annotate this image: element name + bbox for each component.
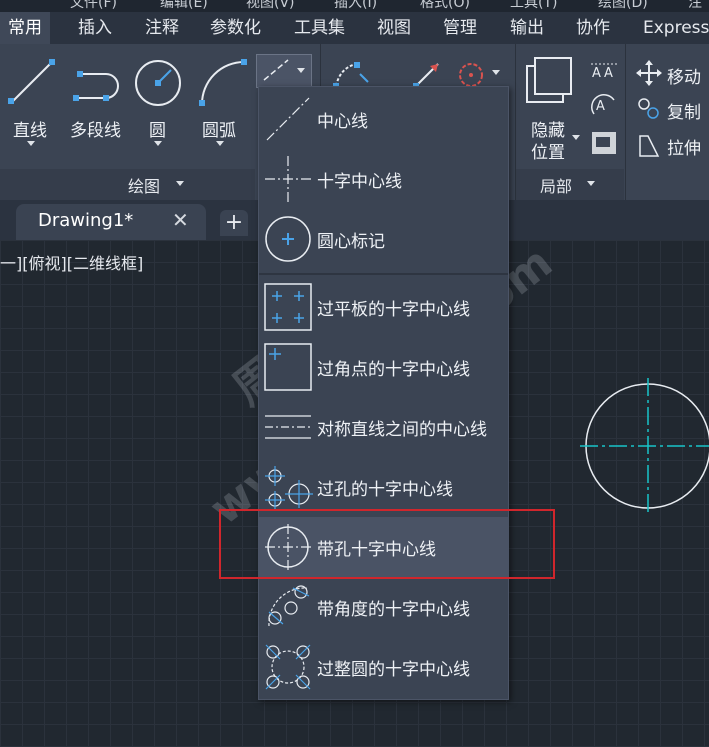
close-tab-icon[interactable]: ✕: [172, 208, 189, 232]
line-tool-icon[interactable]: [8, 58, 56, 106]
draw-panel-caret-icon[interactable]: [176, 181, 184, 186]
stretch-icon[interactable]: [636, 132, 662, 158]
plate-cross-icon: [264, 283, 312, 331]
tab-toolsets[interactable]: 工具集: [294, 12, 345, 44]
text-scale-icon[interactable]: AA: [590, 60, 618, 84]
polyline-tool-label[interactable]: 多段线: [70, 116, 121, 141]
centerline-small-icon: [263, 59, 289, 81]
draw-panel-title[interactable]: 绘图: [128, 173, 160, 197]
highlight-box: [219, 509, 555, 579]
svg-text:A: A: [604, 66, 613, 81]
dropdown-item-angled-cross[interactable]: 带角度的十字中心线: [259, 577, 508, 637]
tab-collaborate[interactable]: 协作: [576, 12, 610, 44]
circle-tool-label[interactable]: 圆: [149, 116, 166, 141]
angled-cross-icon: [268, 585, 310, 627]
dropdown-item-label: 中心线: [317, 112, 368, 132]
dropdown-item-hole-cross[interactable]: 过孔的十字中心线: [259, 457, 508, 517]
document-title[interactable]: Drawing1*: [38, 210, 133, 231]
dropdown-item-label: 过角点的十字中心线: [317, 360, 470, 380]
dropdown-item-label: 对称直线之间的中心线: [317, 420, 487, 440]
tab-annotate[interactable]: 注释: [145, 12, 179, 44]
menu-item-more[interactable]: 注: [688, 0, 702, 12]
copy-icon[interactable]: [636, 96, 662, 122]
add-tab-button[interactable]: +: [220, 210, 248, 236]
line-tool-label[interactable]: 直线: [13, 116, 47, 141]
move-label[interactable]: 移动: [667, 63, 701, 88]
dropdown-item-corner-cross[interactable]: 过角点的十字中心线: [259, 337, 508, 397]
tab-home[interactable]: 常用: [0, 12, 50, 44]
point-caret-icon[interactable]: [492, 70, 500, 75]
menu-bar: 文件(F) 编辑(E) 视图(V) 插入(I) 格式(O) 工具(T) 绘图(D…: [0, 0, 709, 12]
dropdown-item-center-mark[interactable]: 圆心标记: [259, 209, 508, 269]
dropdown-item-centerline[interactable]: 中心线: [259, 89, 508, 149]
dropdown-item-full-circle-cross[interactable]: 过整圆的十字中心线: [259, 637, 508, 697]
dropdown-item-label: 带角度的十字中心线: [317, 600, 470, 620]
hide-label-2[interactable]: 位置: [531, 138, 565, 163]
centerline-caret-icon[interactable]: [297, 68, 305, 73]
centerline-dropdown: 中心线 十字中心线 圆心标记 过平板的十字中心线 过角点的十字中心线 对称直线之…: [258, 86, 509, 700]
menu-item-tools[interactable]: 工具(T): [510, 0, 557, 12]
center-mark-icon: [265, 216, 311, 262]
menu-item-insert[interactable]: 插入(I): [334, 0, 377, 12]
local-panel-caret-icon[interactable]: [587, 181, 595, 186]
menu-item-draw[interactable]: 绘图(D): [598, 0, 648, 12]
dropdown-item-symmetric-lines[interactable]: 对称直线之间的中心线: [259, 397, 508, 457]
dropdown-item-label: 过整圆的十字中心线: [317, 660, 470, 680]
menu-item-view[interactable]: 视图(V): [246, 0, 295, 12]
tab-manage[interactable]: 管理: [443, 12, 477, 44]
full-circle-cross-icon: [265, 644, 311, 690]
copy-label[interactable]: 复制: [667, 98, 701, 123]
hide-position-icon[interactable]: [525, 56, 575, 106]
circle-tool-icon[interactable]: [133, 58, 183, 108]
tab-parametric[interactable]: 参数化: [210, 12, 261, 44]
dropdown-item-label: 十字中心线: [317, 172, 402, 192]
tab-insert[interactable]: 插入: [78, 12, 112, 44]
svg-text:A: A: [592, 66, 601, 81]
menu-item-format[interactable]: 格式(O): [420, 0, 470, 12]
arc-caret-icon[interactable]: [216, 141, 224, 146]
stretch-label[interactable]: 拉伸: [667, 134, 701, 159]
corner-cross-icon: [264, 343, 312, 391]
centerline-icon: [266, 97, 310, 141]
line-caret-icon[interactable]: [27, 141, 35, 146]
menu-item-edit[interactable]: 编辑(E): [160, 0, 208, 12]
local-panel-title[interactable]: 局部: [540, 173, 572, 197]
frame-icon[interactable]: [590, 130, 618, 156]
tab-express[interactable]: Express: [643, 12, 709, 44]
dropdown-item-label: 圆心标记: [317, 232, 385, 252]
symmetric-lines-icon: [265, 415, 311, 439]
dropdown-item-label: 过孔的十字中心线: [317, 480, 453, 500]
hole-cross-icon: [265, 466, 313, 510]
menu-item-file[interactable]: 文件(F): [70, 0, 117, 12]
cross-centerline-icon: [265, 156, 311, 202]
dropdown-item-cross-centerline[interactable]: 十字中心线: [259, 149, 508, 209]
tab-output[interactable]: 输出: [510, 12, 544, 44]
hide-caret-icon[interactable]: [572, 135, 580, 140]
dropdown-item-label: 过平板的十字中心线: [317, 300, 470, 320]
circle-caret-icon[interactable]: [154, 141, 162, 146]
viewport-label[interactable]: 一][俯视][二维线框]: [0, 250, 143, 274]
polyline-tool-icon[interactable]: [72, 62, 128, 106]
move-icon[interactable]: [636, 60, 662, 86]
arc-tool-icon[interactable]: [198, 58, 248, 108]
ribbon-tab-bar: 常用 插入 注释 参数化 工具集 视图 管理 输出 协作 Express: [0, 12, 709, 45]
dropdown-item-plate-cross[interactable]: 过平板的十字中心线: [259, 277, 508, 337]
rotate-text-icon[interactable]: A: [590, 92, 618, 118]
svg-text:A: A: [596, 99, 605, 114]
tab-view[interactable]: 视图: [377, 12, 411, 44]
arc-tool-label[interactable]: 圆弧: [202, 116, 236, 141]
